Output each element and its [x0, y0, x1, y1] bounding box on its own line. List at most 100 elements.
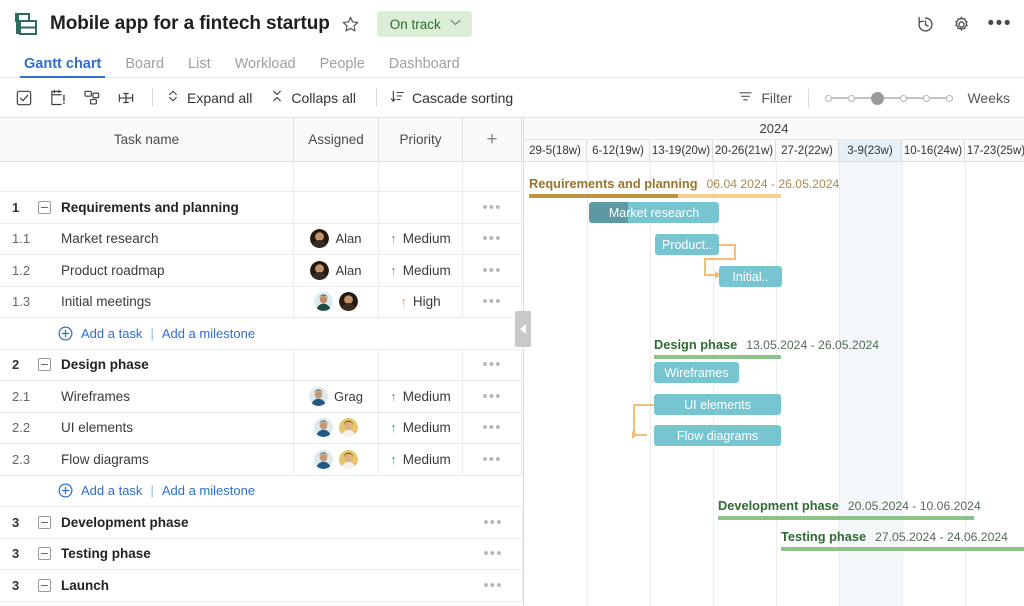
- add-milestone-link[interactable]: Add a milestone: [162, 483, 255, 498]
- avatar[interactable]: [339, 449, 358, 469]
- priority-cell[interactable]: [379, 192, 463, 223]
- tab-dashboard[interactable]: Dashboard: [377, 56, 472, 77]
- row-actions-button[interactable]: •••: [463, 223, 522, 254]
- assigned-cell[interactable]: [294, 412, 379, 443]
- row-actions-button[interactable]: •••: [463, 192, 522, 223]
- tab-list[interactable]: List: [176, 56, 223, 77]
- row-actions-button[interactable]: •••: [463, 444, 522, 475]
- row-actions-button[interactable]: •••: [464, 570, 523, 601]
- tab-workload[interactable]: Workload: [223, 56, 308, 77]
- table-row[interactable]: 2 Design phase •••: [0, 349, 523, 381]
- history-clock-icon[interactable]: [916, 14, 936, 34]
- add-milestone-link[interactable]: Add a milestone: [162, 326, 255, 341]
- cascade-sorting-button[interactable]: Cascade sorting: [390, 89, 513, 107]
- zoom-step-1[interactable]: [848, 94, 856, 102]
- plus-circle-icon[interactable]: [58, 326, 73, 341]
- zoom-step-4[interactable]: [923, 94, 931, 102]
- table-row[interactable]: 2.3 Flow diagrams ↑ Medium •••: [0, 444, 523, 476]
- table-row[interactable]: 2.1 Wireframes Grag ↑ Medium •••: [0, 381, 523, 413]
- row-actions-button[interactable]: •••: [463, 349, 522, 380]
- table-row[interactable]: 3 Development phase •••: [0, 507, 523, 539]
- column-header-assigned[interactable]: Assigned: [294, 118, 379, 161]
- add-task-link[interactable]: Add a task: [81, 326, 142, 341]
- week-header[interactable]: 17-23(25w): [965, 140, 1024, 161]
- tab-gantt-chart[interactable]: Gantt chart: [12, 56, 113, 78]
- row-actions-button[interactable]: •••: [463, 255, 522, 286]
- zoom-slider[interactable]: [825, 91, 954, 105]
- priority-cell[interactable]: ↑ High: [379, 286, 463, 317]
- table-row[interactable]: 1.2 Product roadmap Alan ↑ Medium •••: [0, 255, 523, 287]
- plus-circle-icon[interactable]: [58, 483, 73, 498]
- row-actions-button[interactable]: •••: [464, 507, 523, 538]
- assigned-cell[interactable]: [294, 444, 379, 475]
- tab-board[interactable]: Board: [113, 56, 176, 77]
- week-header[interactable]: 10-16(24w): [902, 140, 965, 161]
- week-header[interactable]: 13-19(20w): [650, 140, 713, 161]
- priority-cell[interactable]: ↑ Medium: [379, 381, 463, 412]
- table-row[interactable]: 1.3 Initial meetings ↑ High •••: [0, 286, 523, 318]
- task-bar-flow-diagrams[interactable]: Flow diagrams: [654, 425, 781, 446]
- calendar-alert-icon[interactable]: [48, 88, 67, 107]
- row-actions-button[interactable]: •••: [463, 381, 522, 412]
- assigned-cell[interactable]: [294, 349, 379, 380]
- avatar[interactable]: [314, 418, 333, 438]
- task-bar-wireframes[interactable]: Wireframes: [654, 362, 739, 383]
- avatar[interactable]: [309, 386, 329, 406]
- avatar[interactable]: [310, 260, 330, 280]
- task-bar-product-roadmap[interactable]: Product..: [655, 234, 719, 255]
- column-header-priority[interactable]: Priority: [379, 118, 463, 161]
- gear-icon[interactable]: [952, 14, 972, 34]
- table-row[interactable]: 2.2 UI elements ↑ Medium •••: [0, 412, 523, 444]
- summary-bar-requirements[interactable]: Requirements and planning 06.04 2024 - 2…: [529, 176, 839, 200]
- task-bar-initial-meetings[interactable]: Initial..: [719, 266, 782, 287]
- assigned-cell[interactable]: Alan: [294, 255, 379, 286]
- table-row[interactable]: 3 Testing phase •••: [0, 538, 523, 570]
- avatar[interactable]: [314, 292, 333, 312]
- avatar[interactable]: [310, 229, 330, 249]
- collapse-toggle-icon[interactable]: [38, 578, 51, 592]
- ellipsis-horizontal-icon[interactable]: •••: [988, 14, 1012, 33]
- priority-cell[interactable]: ↑ Medium: [379, 255, 463, 286]
- avatar[interactable]: [314, 449, 333, 469]
- expand-all-button[interactable]: Expand all: [166, 89, 252, 106]
- collapse-toggle-icon[interactable]: [38, 358, 51, 372]
- collapse-toggle-icon[interactable]: [38, 515, 51, 529]
- assigned-cell[interactable]: [294, 286, 379, 317]
- table-row[interactable]: 3 Launch •••: [0, 570, 523, 602]
- column-header-task-name[interactable]: Task name: [0, 118, 294, 161]
- summary-bar-design-phase[interactable]: Design phase 13.05.2024 - 26.05.2024: [654, 337, 879, 361]
- timeline-body[interactable]: Requirements and planning 06.04 2024 - 2…: [524, 162, 1024, 606]
- filter-button[interactable]: Filter: [738, 89, 792, 107]
- week-header-today[interactable]: 3-9(23w): [839, 140, 902, 161]
- hierarchy-icon[interactable]: [82, 88, 101, 107]
- assigned-cell[interactable]: Alan: [294, 223, 379, 254]
- priority-cell[interactable]: ↑ Medium: [379, 444, 463, 475]
- summary-bar-testing-phase[interactable]: Testing phase 27.05.2024 - 24.06.2024: [781, 529, 1024, 553]
- priority-cell[interactable]: ↑ Medium: [379, 223, 463, 254]
- star-outline-icon[interactable]: [341, 14, 361, 34]
- collapse-all-button[interactable]: Collaps all: [270, 89, 356, 106]
- week-header[interactable]: 20-26(21w): [713, 140, 776, 161]
- avatar[interactable]: [339, 418, 358, 438]
- zoom-step-2-active[interactable]: [871, 91, 885, 105]
- row-actions-button[interactable]: •••: [463, 412, 522, 443]
- zoom-step-5[interactable]: [946, 94, 954, 102]
- tab-people[interactable]: People: [308, 56, 377, 77]
- collapse-toggle-icon[interactable]: [38, 200, 51, 214]
- status-badge[interactable]: On track: [376, 11, 472, 37]
- table-row[interactable]: 1 Requirements and planning •••: [0, 192, 523, 224]
- assigned-cell[interactable]: Grag: [294, 381, 379, 412]
- timeline-range-icon[interactable]: [116, 88, 135, 107]
- priority-cell[interactable]: ↑ Medium: [379, 412, 463, 443]
- add-task-link[interactable]: Add a task: [81, 483, 142, 498]
- week-header[interactable]: 6-12(19w): [587, 140, 650, 161]
- avatar[interactable]: [339, 292, 358, 312]
- task-bar-ui-elements[interactable]: UI elements: [654, 394, 781, 415]
- table-row[interactable]: 1.1 Market research Alan ↑ Medium •••: [0, 223, 523, 255]
- collapse-toggle-icon[interactable]: [38, 547, 51, 561]
- add-column-button[interactable]: +: [463, 118, 522, 161]
- zoom-step-0[interactable]: [825, 94, 833, 102]
- row-actions-button[interactable]: •••: [463, 286, 522, 317]
- week-header[interactable]: 29-5(18w): [524, 140, 587, 161]
- checkbox-task-icon[interactable]: [14, 88, 33, 107]
